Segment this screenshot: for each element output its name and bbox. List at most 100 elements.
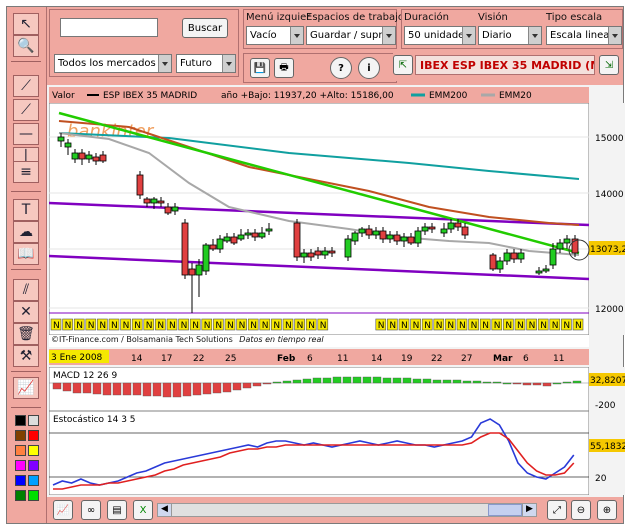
candle-body — [489, 254, 497, 270]
type-select[interactable]: Futuro — [176, 54, 236, 73]
realtime-text: Datos en tiempo real — [239, 335, 324, 344]
excel-icon[interactable]: X — [133, 500, 153, 520]
color-swatch[interactable] — [28, 460, 39, 471]
line-icon[interactable]: ⟋ — [13, 99, 39, 121]
view-value: Diario — [482, 30, 512, 41]
book-icon[interactable]: 📖 — [13, 243, 39, 265]
cursor-icon[interactable]: ↖ — [13, 13, 39, 35]
help-icon[interactable]: ? — [330, 57, 352, 79]
candle-body — [265, 228, 273, 232]
zoom-icon[interactable]: 🔍 — [13, 35, 39, 57]
color-swatch[interactable] — [28, 475, 39, 486]
color-swatch[interactable] — [28, 445, 39, 456]
macd-bar — [462, 380, 472, 384]
zoom-out-icon[interactable]: ⊖ — [571, 500, 591, 520]
toolbar-divider — [11, 371, 41, 372]
candle-body — [510, 252, 518, 260]
candle-body — [209, 244, 217, 250]
search-button[interactable]: Buscar — [182, 18, 228, 38]
text-icon[interactable]: T — [13, 199, 39, 221]
candle-body — [251, 232, 259, 238]
color-swatch[interactable] — [28, 415, 39, 426]
view-select[interactable]: Diario — [478, 26, 542, 45]
fit-icon[interactable]: ⤢ — [547, 500, 567, 520]
macd-bar — [562, 381, 572, 384]
link-icon[interactable]: ∞ — [81, 500, 101, 520]
stoch-value: 55,1832 — [590, 442, 625, 452]
trash-icon[interactable]: 🗑 — [13, 323, 39, 345]
view-label: Visión — [478, 12, 508, 23]
duration-select[interactable]: 50 unidades — [404, 26, 476, 45]
workspace-select[interactable]: Guardar / suprimir — [306, 26, 396, 45]
left-menu-select[interactable]: Vacío — [246, 26, 304, 45]
comment-icon[interactable]: ☁ — [13, 221, 39, 243]
ticker-next-icon[interactable]: ⇲ — [599, 55, 619, 75]
chevron-down-icon — [226, 62, 232, 66]
macd-bar — [122, 382, 132, 396]
candle-body — [393, 234, 401, 242]
zoom-in-icon[interactable]: ⊕ — [597, 500, 617, 520]
market-select[interactable]: Todos los mercados — [54, 54, 172, 73]
date-label: 25 — [225, 354, 236, 364]
macd-bar — [202, 382, 212, 395]
date-label: 11 — [337, 354, 348, 364]
candle-body — [136, 174, 144, 196]
price-tick: 15000 — [595, 134, 624, 144]
news-marker-label: N — [494, 321, 501, 331]
candle-body — [328, 250, 336, 254]
color-swatch[interactable] — [28, 430, 39, 441]
macd-bar — [222, 382, 232, 393]
ticker-name[interactable]: IBEX ESP IBEX 35 MADRID (Me — [415, 55, 595, 75]
date-label: Feb — [277, 354, 296, 364]
news-marker-label: N — [134, 321, 141, 331]
macd-bar — [272, 381, 282, 384]
macd-bar — [372, 376, 382, 384]
print-icon[interactable]: 🖶 — [274, 58, 294, 78]
search-input[interactable] — [60, 18, 158, 37]
macd-label: MACD 12 26 9 — [53, 371, 117, 381]
color-swatch[interactable] — [15, 460, 26, 471]
legend-symbol: ESP IBEX 35 MADRID — [103, 91, 197, 101]
export-icon[interactable]: ▤ — [107, 500, 127, 520]
left-menu-label: Menú izquier — [246, 12, 311, 23]
save-icon[interactable]: 💾 — [250, 58, 270, 78]
macd-bar — [402, 377, 412, 384]
color-swatch[interactable] — [28, 490, 39, 501]
news-marker-label: N — [424, 321, 431, 331]
hline-icon[interactable]: — — [13, 123, 39, 145]
news-marker-label: N — [65, 321, 72, 331]
candle-body — [157, 200, 165, 204]
trendline-icon[interactable]: ⟋ — [13, 75, 39, 97]
tools-icon[interactable]: ⚒ — [13, 345, 39, 367]
parallel-icon[interactable]: ⫽ — [13, 279, 39, 301]
status-bar: ©IT-Finance.com / Bolsamania Tech Soluti… — [49, 335, 589, 347]
ticker-prev-icon[interactable]: ⇱ — [393, 55, 413, 75]
chart-small-icon[interactable]: 📈 — [53, 500, 73, 520]
scroll-left-icon[interactable]: ◀ — [158, 504, 172, 516]
macd-bar — [522, 382, 532, 386]
candle-body — [202, 244, 210, 272]
chevron-down-icon — [386, 34, 392, 38]
horizontal-scrollbar[interactable]: ◀ ▶ — [157, 503, 537, 517]
macd-bar — [162, 382, 172, 398]
scroll-thumb[interactable] — [488, 504, 522, 516]
macd-bar — [382, 377, 392, 384]
color-swatch[interactable] — [15, 445, 26, 456]
color-swatch[interactable] — [15, 415, 26, 426]
scroll-right-icon[interactable]: ▶ — [522, 504, 536, 516]
news-marker-label: N — [215, 321, 222, 331]
search-panel: Buscar Todos los mercados Futuro — [49, 9, 239, 77]
duration-value: 50 unidades — [408, 30, 470, 41]
color-swatch[interactable] — [15, 475, 26, 486]
price-chart[interactable]: bankinter 15000 14000 13000 12000 13073,… — [49, 103, 625, 335]
color-swatch[interactable] — [15, 430, 26, 441]
scale-select[interactable]: Escala lineal — [546, 26, 622, 45]
color-swatch[interactable] — [15, 490, 26, 501]
chart-icon[interactable]: 📈 — [13, 377, 39, 399]
candle-body — [71, 152, 79, 160]
cross-icon[interactable]: ✕ — [13, 301, 39, 323]
info-icon[interactable]: i — [358, 57, 380, 79]
chevron-down-icon — [612, 34, 618, 38]
fibo-icon[interactable]: ≡ — [13, 161, 39, 183]
scale-value: Escala lineal — [550, 30, 613, 41]
